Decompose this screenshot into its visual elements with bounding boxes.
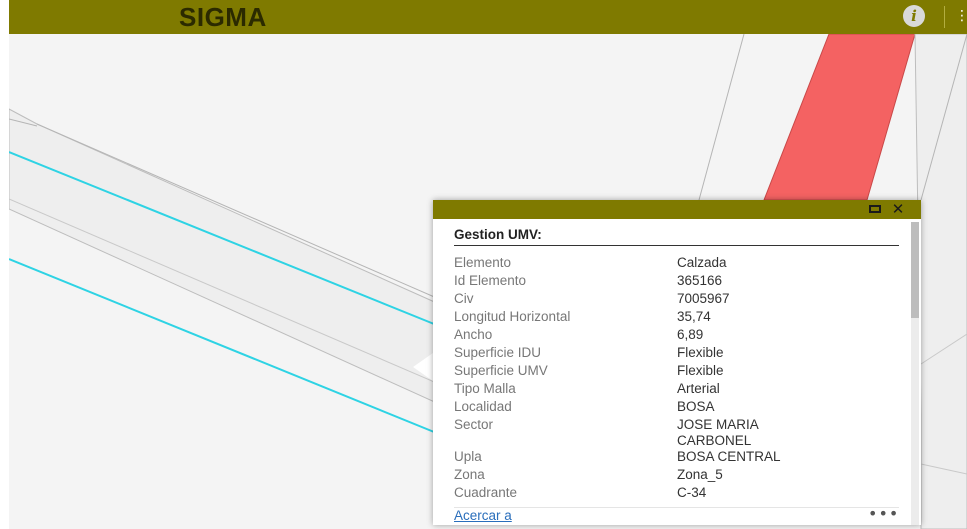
- attribute-label: Cuadrante: [454, 485, 518, 500]
- attribute-value: BOSA: [677, 399, 715, 414]
- more-options-icon[interactable]: ⋮: [953, 5, 967, 27]
- toolbar-divider: [944, 6, 945, 28]
- zoom-to-link[interactable]: Acercar a: [454, 508, 512, 523]
- attribute-label: Id Elemento: [454, 273, 527, 288]
- attribute-value: JOSE MARIA CARBONEL: [677, 417, 759, 448]
- selected-road-segment[interactable]: [763, 34, 916, 201]
- attribute-label: Superficie UMV: [454, 363, 548, 378]
- attribute-label: Localidad: [454, 399, 512, 414]
- app-title: SIGMA: [179, 2, 267, 32]
- attribute-label: Superficie IDU: [454, 345, 542, 360]
- scrollbar-thumb[interactable]: [911, 222, 919, 318]
- top-toolbar: SIGMA i ⋮: [9, 0, 967, 34]
- attribute-label: Longitud Horizontal: [454, 309, 571, 324]
- attribute-label: Upla: [454, 449, 482, 464]
- attribute-value: Arterial: [677, 381, 720, 396]
- road-polygon-left[interactable]: [9, 108, 440, 405]
- popup-scrollbar[interactable]: [911, 222, 919, 525]
- maximize-icon[interactable]: [869, 205, 881, 213]
- title-divider: [454, 245, 899, 246]
- popup-title: Gestion UMV:: [454, 227, 542, 242]
- popup-footer-divider: [454, 507, 899, 508]
- close-icon[interactable]: ✕: [891, 200, 905, 219]
- more-actions-icon[interactable]: •••: [868, 504, 899, 523]
- attribute-value: Calzada: [677, 255, 727, 270]
- attribute-label: Elemento: [454, 255, 512, 270]
- attribute-value: Zona_5: [677, 467, 723, 482]
- info-icon[interactable]: i: [903, 5, 925, 27]
- attribute-label: Sector: [454, 417, 494, 432]
- feature-info-popup: ✕ Gestion UMV: Elemento Calzada Id Eleme…: [433, 200, 921, 525]
- attribute-value: 7005967: [677, 291, 730, 306]
- popup-pointer: [413, 353, 433, 381]
- attribute-label: Civ: [454, 291, 474, 306]
- attribute-value: Flexible: [677, 363, 724, 378]
- attribute-value: 35,74: [677, 309, 711, 324]
- attribute-value: 365166: [677, 273, 723, 288]
- attribute-label: Zona: [454, 467, 485, 482]
- attribute-value: Flexible: [677, 345, 724, 360]
- attribute-value: C-34: [677, 485, 707, 500]
- popup-header: ✕: [433, 200, 921, 219]
- attribute-value: 6,89: [677, 327, 704, 342]
- attribute-label: Ancho: [454, 327, 493, 342]
- attribute-value: BOSA CENTRAL: [677, 449, 781, 464]
- left-edge: [0, 0, 9, 529]
- app-window: SIGMA i ⋮ ✕ Gestion UMV: Elemento Calzad…: [0, 0, 967, 529]
- attribute-label: Tipo Malla: [454, 381, 516, 396]
- road-edge-line: [698, 34, 745, 201]
- road-polygon-right[interactable]: [914, 34, 967, 529]
